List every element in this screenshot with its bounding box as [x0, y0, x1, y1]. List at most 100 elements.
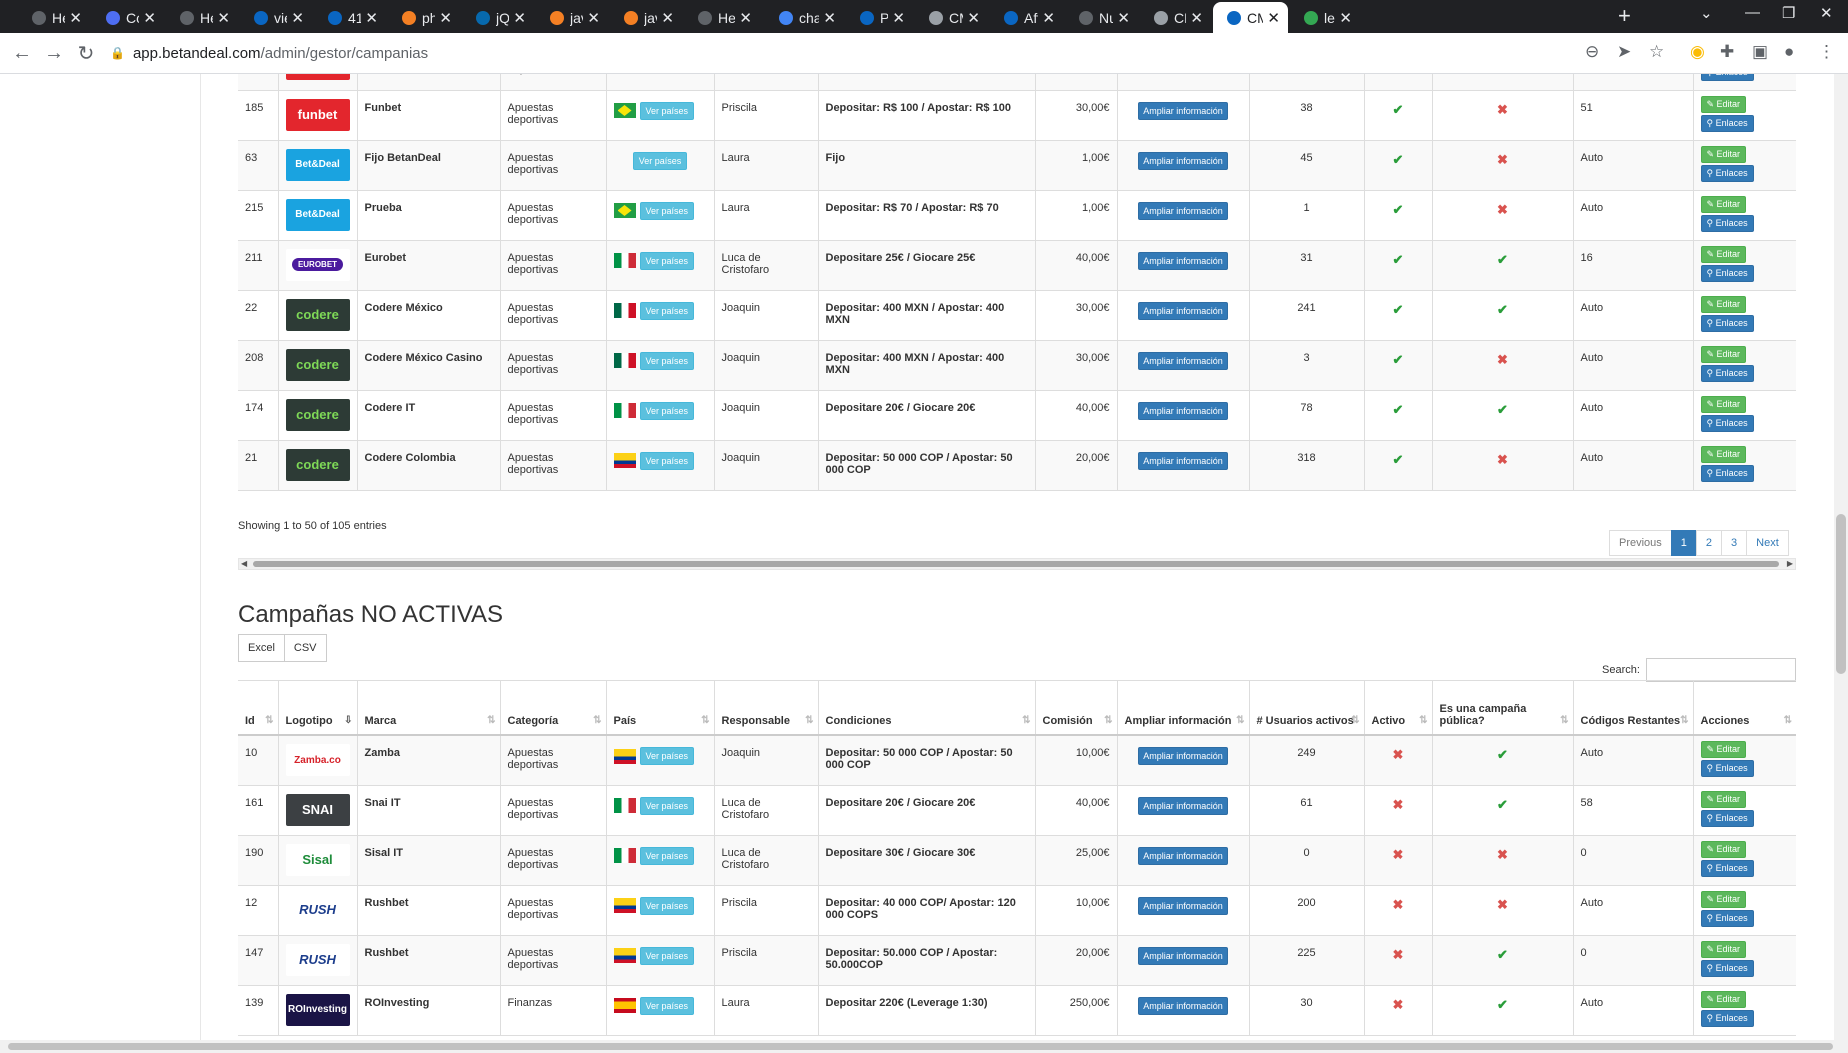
page-vertical-scrollbar[interactable] — [1834, 74, 1848, 1040]
ver-paises-button[interactable]: Ver países — [639, 747, 695, 765]
edit-button[interactable]: ✎ Editar — [1700, 790, 1747, 808]
column-header[interactable]: País ⇅ — [606, 680, 715, 736]
tab-close-icon[interactable]: ✕ — [143, 9, 156, 27]
column-header[interactable]: Comisión ⇅ — [1035, 680, 1118, 736]
pagination-previous[interactable]: Previous — [1609, 530, 1672, 556]
links-button[interactable]: ⚲ Enlaces — [1700, 809, 1754, 827]
sidepanel-icon[interactable]: ▣ — [1752, 42, 1768, 62]
tab-close-icon[interactable]: ✕ — [1042, 9, 1055, 27]
ampliar-info-button[interactable]: Ampliar información — [1138, 151, 1228, 170]
links-button[interactable]: ⚲ Enlaces — [1700, 909, 1754, 927]
links-button[interactable]: ⚲ Enlaces — [1700, 364, 1754, 382]
browser-tab[interactable]: java ✕ — [536, 2, 608, 33]
browser-tab[interactable]: 410✕ — [314, 2, 386, 33]
new-tab-button[interactable]: + — [1618, 3, 1631, 29]
ampliar-info-button[interactable]: Ampliar información — [1138, 201, 1228, 220]
ver-paises-button[interactable]: Ver países — [639, 301, 695, 320]
ampliar-info-button[interactable]: Ampliar información — [1138, 251, 1228, 270]
ver-paises-button[interactable]: Ver países — [639, 946, 695, 965]
tab-close-icon[interactable]: ✕ — [1190, 9, 1203, 27]
column-header[interactable]: Condiciones ⇅ — [818, 680, 1036, 736]
ver-paises-button[interactable]: Ver países — [639, 401, 695, 420]
page-scrollbar-thumb[interactable] — [1836, 514, 1846, 674]
column-header[interactable]: Logotipo ⇩ — [278, 680, 358, 736]
tab-close-icon[interactable]: ✕ — [365, 9, 378, 27]
tab-close-icon[interactable]: ✕ — [291, 9, 304, 27]
browser-tab[interactable]: java ✕ — [610, 2, 682, 33]
links-button[interactable]: ⚲ Enlaces — [1700, 414, 1754, 432]
scroll-left-arrow-icon[interactable]: ◀ — [241, 559, 247, 568]
search-input[interactable] — [1645, 658, 1796, 682]
reload-icon[interactable]: ↻ — [72, 39, 100, 67]
tab-close-icon[interactable]: ✕ — [513, 9, 526, 27]
column-header[interactable]: Ampliar información ⇅ — [1117, 680, 1250, 736]
edit-button[interactable]: ✎ Editar — [1700, 245, 1747, 263]
minimize-icon[interactable]: — — [1745, 4, 1760, 21]
tab-close-icon[interactable]: ✕ — [69, 9, 82, 27]
links-button[interactable]: ⚲ Enlaces — [1700, 264, 1754, 282]
tab-close-icon[interactable]: ✕ — [587, 9, 600, 27]
profile-avatar-icon[interactable]: ● — [1784, 42, 1794, 62]
browser-tab[interactable]: jQu✕ — [462, 2, 534, 33]
edit-button[interactable]: ✎ Editar — [1700, 145, 1747, 163]
browser-tab[interactable]: Affi ✕ — [990, 2, 1063, 33]
edit-button[interactable]: ✎ Editar — [1700, 295, 1747, 313]
back-icon[interactable]: ← — [8, 39, 36, 67]
ampliar-info-button[interactable]: Ampliar información — [1138, 846, 1228, 865]
browser-tab[interactable]: Pan✕ — [846, 2, 913, 33]
links-button[interactable]: ⚲ Enlaces — [1700, 314, 1754, 332]
browser-tab[interactable]: Con ✕ — [92, 2, 164, 33]
links-button[interactable]: ⚲ Enlaces — [1700, 959, 1754, 977]
tab-close-icon[interactable]: ✕ — [967, 9, 980, 27]
pagination-page-3[interactable]: 3 — [1721, 530, 1748, 556]
ver-paises-button[interactable]: Ver países — [639, 201, 695, 220]
links-button[interactable]: ⚲ Enlaces — [1700, 1009, 1754, 1027]
links-button[interactable]: ⚲ Enlaces — [1700, 214, 1754, 232]
tab-close-icon[interactable]: ✕ — [217, 9, 230, 27]
browser-tab[interactable]: Nue✕ — [1065, 2, 1138, 33]
browser-tab[interactable]: len ✕ — [1290, 2, 1360, 33]
ver-paises-button[interactable]: Ver países — [639, 101, 695, 120]
column-header[interactable]: Marca ⇅ — [357, 680, 501, 736]
ver-paises-button[interactable]: Ver países — [632, 151, 688, 170]
send-icon[interactable]: ➤ — [1617, 42, 1631, 62]
table-horizontal-scrollbar[interactable]: ◀ ▶ — [238, 558, 1796, 570]
edit-button[interactable]: ✎ Editar — [1700, 741, 1747, 758]
links-button[interactable]: ⚲ Enlaces — [1700, 760, 1754, 777]
edit-button[interactable]: ✎ Editar — [1700, 840, 1747, 858]
tab-close-icon[interactable]: ✕ — [1267, 9, 1280, 27]
browser-tab[interactable]: CMI✕ — [1213, 2, 1288, 33]
links-button[interactable]: ⚲ Enlaces — [1700, 114, 1754, 132]
ampliar-info-button[interactable]: Ampliar información — [1138, 351, 1228, 370]
tab-close-icon[interactable]: ✕ — [739, 9, 752, 27]
extensions-puzzle-icon[interactable]: ✚ — [1720, 42, 1734, 62]
tab-close-icon[interactable]: ✕ — [1339, 9, 1352, 27]
menu-kebab-icon[interactable]: ⋮ — [1818, 42, 1835, 62]
ampliar-info-button[interactable]: Ampliar información — [1138, 401, 1228, 420]
column-header[interactable]: Es una campaña pública? ⇅ — [1432, 680, 1574, 736]
browser-tab[interactable]: Hel ✕ — [18, 2, 90, 33]
csv-export-button[interactable]: CSV — [283, 634, 327, 662]
ver-paises-button[interactable]: Ver países — [639, 846, 695, 865]
ampliar-info-button[interactable]: Ampliar información — [1138, 896, 1228, 915]
address-bar[interactable]: 🔒 app.betandeal.com/admin/gestor/campani… — [110, 38, 1590, 68]
column-header[interactable]: Códigos Restantes ⇅ — [1573, 680, 1694, 736]
ampliar-info-button[interactable]: Ampliar información — [1138, 747, 1228, 765]
ampliar-info-button[interactable]: Ampliar información — [1138, 796, 1228, 815]
edit-button[interactable]: ✎ Editar — [1700, 445, 1747, 463]
forward-icon[interactable]: → — [40, 39, 68, 67]
tab-close-icon[interactable]: ✕ — [439, 9, 452, 27]
browser-tab[interactable]: view ✕ — [240, 2, 312, 33]
column-header[interactable]: Acciones ⇅ — [1693, 680, 1796, 736]
column-header[interactable]: Activo ⇅ — [1364, 680, 1433, 736]
tab-close-icon[interactable]: ✕ — [661, 9, 674, 27]
ampliar-info-button[interactable]: Ampliar información — [1138, 301, 1228, 320]
ver-paises-button[interactable]: Ver países — [639, 451, 695, 470]
ampliar-info-button[interactable]: Ampliar información — [1138, 996, 1228, 1015]
edit-button[interactable]: ✎ Editar — [1700, 890, 1747, 908]
ampliar-info-button[interactable]: Ampliar información — [1138, 101, 1228, 120]
pagination-next[interactable]: Next — [1746, 530, 1789, 556]
edit-button[interactable]: ✎ Editar — [1700, 940, 1747, 958]
edit-button[interactable]: ✎ Editar — [1700, 990, 1747, 1008]
tab-search-icon[interactable]: ⌄ — [1700, 4, 1713, 22]
